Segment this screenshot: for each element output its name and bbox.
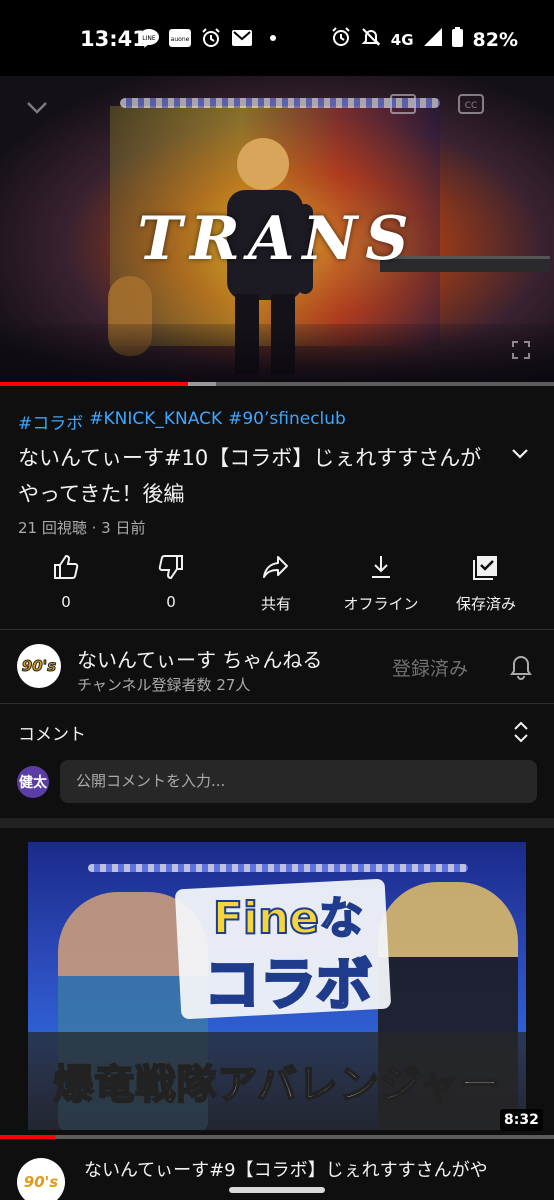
stage-lights xyxy=(88,864,468,872)
saved-checklist-icon xyxy=(473,556,497,580)
divider xyxy=(0,703,554,704)
next-channel-avatar-logo: 90's xyxy=(23,1173,59,1191)
hashtag-link[interactable]: #コラボ xyxy=(18,409,83,434)
hashtag-row: #コラボ #KNICK_KNACK #90’sfineclub xyxy=(18,409,346,434)
watched-progress-fill xyxy=(0,1135,56,1139)
battery-percent: 82% xyxy=(472,28,518,51)
notification-bell-icon[interactable] xyxy=(508,652,534,680)
channel-avatar-logo: 90's xyxy=(21,657,57,676)
video-overlay-title: TRANS xyxy=(137,204,417,274)
battery-icon xyxy=(451,27,463,52)
alarm-icon xyxy=(200,27,222,49)
like-count: 0 xyxy=(61,593,71,611)
stage-floor xyxy=(0,324,554,384)
section-separator xyxy=(0,818,554,828)
share-label: 共有 xyxy=(260,595,291,613)
expand-collapse-icon[interactable] xyxy=(510,720,532,744)
offline-button[interactable]: オフライン xyxy=(331,553,431,614)
svg-text:auone: auone xyxy=(171,36,190,43)
share-icon xyxy=(263,556,288,578)
system-status: 4G 82% xyxy=(331,27,518,52)
dislike-button[interactable]: 0 xyxy=(121,553,221,611)
hashtag-link[interactable]: #KNICK_KNACK xyxy=(89,409,222,434)
save-label: 保存済み xyxy=(455,595,516,613)
mute-bell-icon xyxy=(361,27,381,52)
status-bar: 13:41 LINE auone 4G 82% xyxy=(0,0,554,76)
download-icon xyxy=(372,556,390,578)
auone-icon: auone xyxy=(169,27,191,49)
subscribed-button[interactable]: 登録済み xyxy=(392,654,468,681)
network-type: 4G xyxy=(390,30,414,49)
next-video-title[interactable]: ないんてぃーす#9【コラボ】じぇれすすさんがや xyxy=(84,1156,534,1182)
video-progress-bar[interactable] xyxy=(0,382,554,386)
share-button[interactable]: 共有 xyxy=(226,553,326,614)
chevron-down-icon[interactable] xyxy=(506,440,534,468)
user-avatar: 健太 xyxy=(17,766,49,798)
next-channel-avatar[interactable]: 90's xyxy=(17,1158,65,1200)
minimize-icon[interactable] xyxy=(26,96,48,120)
next-video-thumbnail[interactable]: Fineな コラボ 爆竜戦隊アバレンジャー xyxy=(28,842,526,1130)
subscriber-count: チャンネル登録者数 27人 xyxy=(77,676,251,694)
alarm-icon xyxy=(331,27,351,52)
fullscreen-icon[interactable] xyxy=(512,340,530,364)
gesture-nav-handle[interactable] xyxy=(229,1187,325,1193)
save-button[interactable]: 保存済み xyxy=(436,553,536,614)
dislike-count: 0 xyxy=(166,593,176,611)
video-player[interactable]: TRANS CC xyxy=(0,76,554,384)
dot-icon xyxy=(262,27,284,49)
svg-text:CC: CC xyxy=(465,101,478,111)
hashtag-link[interactable]: #90’sfineclub xyxy=(228,409,346,434)
progress-played xyxy=(0,382,189,386)
view-count-date: 21 回視聴 · 3 日前 xyxy=(18,519,146,537)
video-title[interactable]: ないんてぃーす#10【コラボ】じぇれすすさんがやってきた！後編 xyxy=(18,440,488,512)
divider xyxy=(0,629,554,630)
thumbnail-text-fine: Fineな xyxy=(212,892,364,945)
thumbs-up-icon xyxy=(54,554,79,579)
thumbs-down-icon xyxy=(158,555,183,580)
action-bar: 0 0 共有 オフライン 保存済み xyxy=(0,553,554,623)
captions-icon[interactable]: CC xyxy=(458,94,484,119)
comments-heading[interactable]: コメント xyxy=(18,720,86,745)
line-icon: LINE xyxy=(138,27,160,49)
thumbnail-text-collab: コラボ xyxy=(203,952,374,1020)
cast-icon[interactable] xyxy=(390,94,416,119)
status-time: 13:41 xyxy=(80,27,147,51)
watched-progress-bar xyxy=(0,1135,554,1139)
channel-avatar[interactable]: 90's xyxy=(17,644,61,688)
video-duration-badge: 8:32 xyxy=(500,1109,543,1131)
like-button[interactable]: 0 xyxy=(16,553,116,611)
signal-icon xyxy=(423,28,442,51)
thumbnail-banner-text: 爆竜戦隊アバレンジャー xyxy=(52,1061,501,1109)
svg-text:LINE: LINE xyxy=(142,35,156,42)
comment-input[interactable]: 公開コメントを入力... xyxy=(60,760,537,803)
offline-label: オフライン xyxy=(343,595,419,613)
channel-name[interactable]: ないんてぃーす ちゃんねる xyxy=(77,644,322,673)
gmail-icon xyxy=(231,27,253,49)
notification-icons: LINE auone xyxy=(138,27,284,49)
